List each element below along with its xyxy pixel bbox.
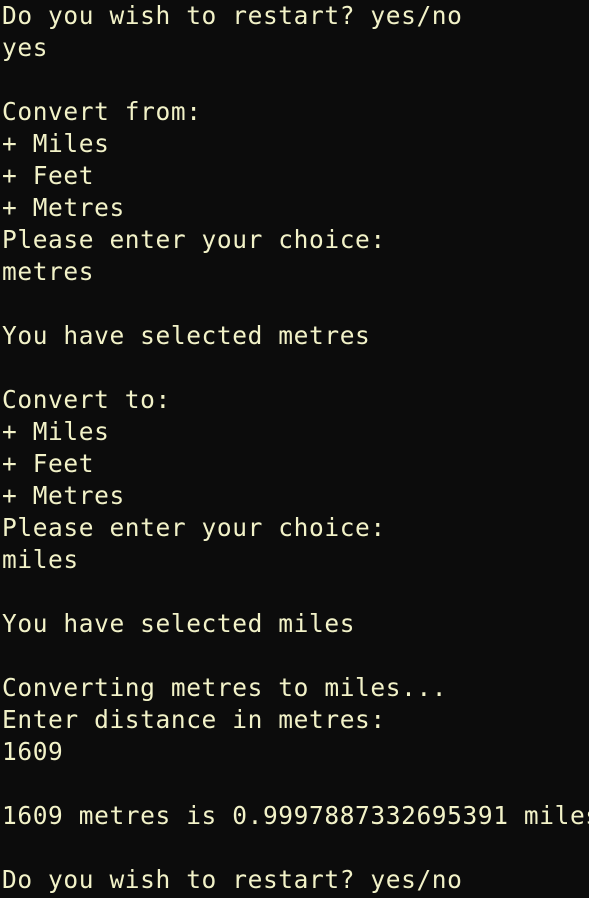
user-input-from-unit: metres bbox=[2, 257, 95, 286]
converting-message: Converting metres to miles... bbox=[2, 673, 448, 702]
selected-from-message: You have selected metres bbox=[2, 321, 371, 350]
option-metres: + Metres bbox=[2, 481, 125, 510]
convert-to-heading: Convert to: bbox=[2, 385, 171, 414]
convert-from-heading: Convert from: bbox=[2, 97, 202, 126]
option-feet: + Feet bbox=[2, 161, 95, 190]
choice-prompt: Please enter your choice: bbox=[2, 225, 386, 254]
option-feet: + Feet bbox=[2, 449, 95, 478]
user-input-distance: 1609 bbox=[2, 737, 64, 766]
user-input-to-unit: miles bbox=[2, 545, 79, 574]
restart-prompt: Do you wish to restart? yes/no bbox=[2, 1, 463, 30]
conversion-result: 1609 metres is 0.9997887332695391 miles bbox=[2, 801, 589, 830]
distance-prompt: Enter distance in metres: bbox=[2, 705, 386, 734]
option-miles: + Miles bbox=[2, 417, 110, 446]
choice-prompt: Please enter your choice: bbox=[2, 513, 386, 542]
user-input-restart: yes bbox=[2, 33, 49, 62]
selected-to-message: You have selected miles bbox=[2, 609, 356, 638]
option-metres: + Metres bbox=[2, 193, 125, 222]
restart-prompt: Do you wish to restart? yes/no bbox=[2, 865, 463, 894]
option-miles: + Miles bbox=[2, 129, 110, 158]
terminal-output[interactable]: Do you wish to restart? yes/no yes Conve… bbox=[0, 0, 589, 898]
